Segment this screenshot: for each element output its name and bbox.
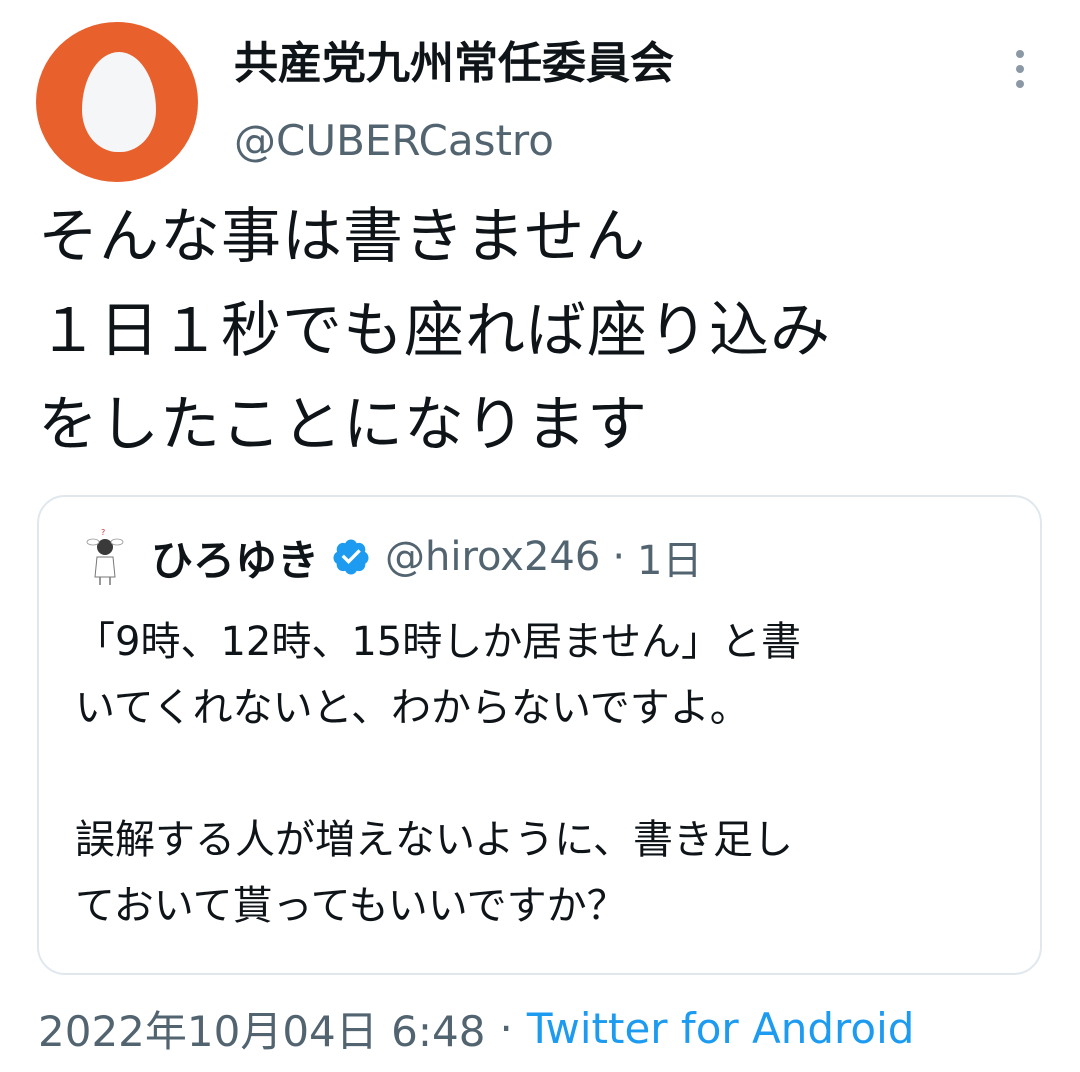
source-link[interactable]: Twitter for Android <box>527 1004 915 1053</box>
tweet-footer: 2022年10月04日 6:48 · Twitter for Android <box>38 996 914 1060</box>
quote-display-name[interactable]: ひろゆき <box>151 527 319 588</box>
egg-avatar-icon <box>82 52 156 152</box>
quote-user-avatar[interactable]: ? <box>83 527 127 587</box>
display-name[interactable]: 共産党九州常任委員会 <box>234 34 674 94</box>
more-vertical-icon <box>1016 50 1024 58</box>
footer-separator: · <box>499 1003 513 1053</box>
quote-timestamp[interactable]: 1日 <box>637 528 702 586</box>
quote-text: 「9時、12時、15時しか居ません」と書 いてくれないと、わからないですよ。 誤… <box>75 619 802 929</box>
svg-text:?: ? <box>101 528 105 537</box>
more-options-button[interactable] <box>1000 44 1040 94</box>
quoted-tweet-card[interactable]: ? ひろゆき @hirox246 · 1日 「9時、12時、15時しか居ません」… <box>37 495 1042 975</box>
header-separator: · <box>612 534 626 580</box>
quote-user-handle[interactable]: @hirox246 <box>385 534 600 580</box>
tweet: 共産党九州常任委員会 @CUBERCastro そんな事は書きません １日１秒で… <box>0 0 1080 1072</box>
verified-badge-icon <box>333 539 369 575</box>
tweet-text: そんな事は書きません １日１秒でも座れば座り込み をしたことになります <box>38 202 831 460</box>
tweet-timestamp[interactable]: 2022年10月04日 6:48 <box>38 998 485 1059</box>
user-avatar[interactable] <box>36 22 198 182</box>
user-handle[interactable]: @CUBERCastro <box>234 112 554 170</box>
quote-header: ひろゆき @hirox246 · 1日 <box>151 527 702 587</box>
